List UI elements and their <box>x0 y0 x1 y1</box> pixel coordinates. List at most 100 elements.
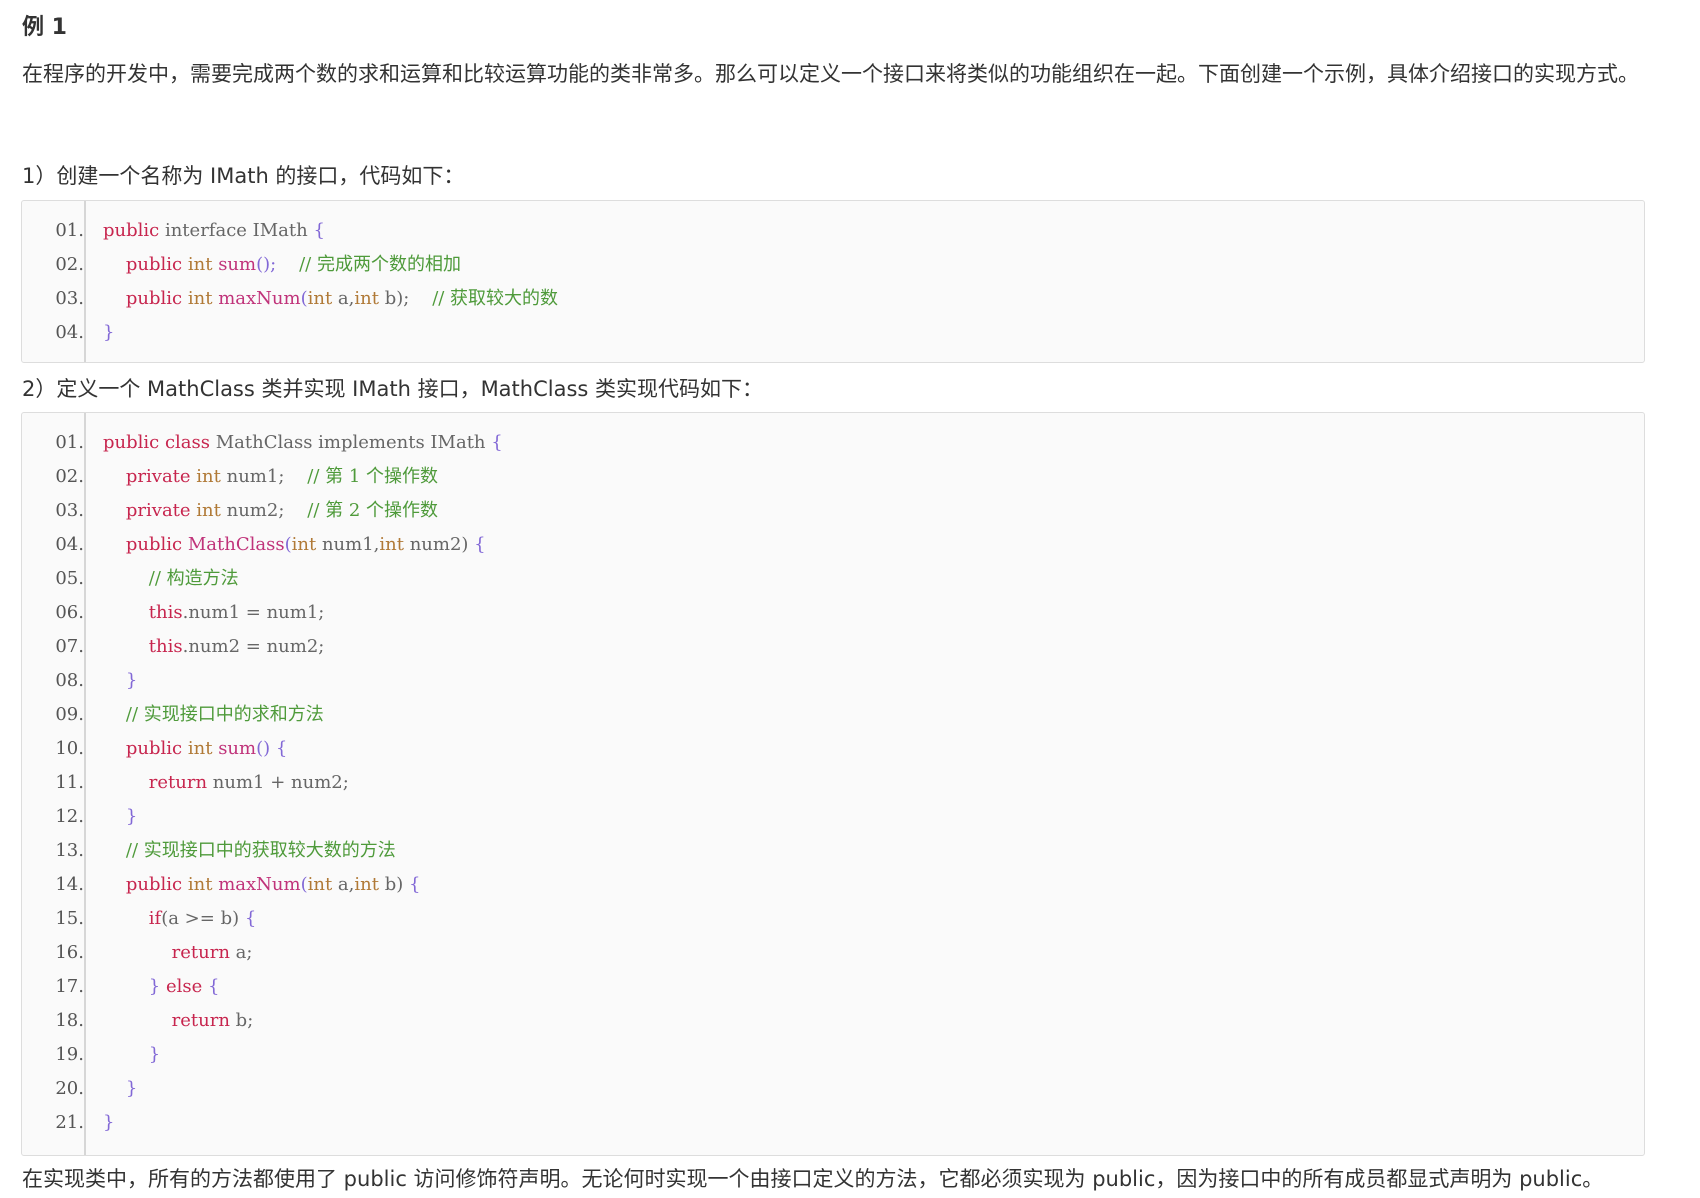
code-line: 06. this.num1 = num1; <box>22 596 1644 630</box>
code-token: } <box>125 806 138 827</box>
code-text: return num1 + num2; <box>103 766 349 800</box>
code-token: a, <box>332 288 355 309</box>
code-line: 20. } <box>22 1072 1644 1106</box>
code-text: return b; <box>103 1004 254 1038</box>
code-token: { <box>491 432 503 453</box>
code-text: public class MathClass implements IMath … <box>103 426 503 460</box>
code-text: } <box>103 1072 137 1106</box>
line-number: 04. <box>55 534 84 555</box>
line-number: 06. <box>55 602 84 623</box>
code-token: ( <box>300 874 308 895</box>
line-number: 21. <box>55 1112 84 1133</box>
code-token: num1, <box>316 534 380 555</box>
code-token: public <box>125 288 183 309</box>
code-text: return a; <box>103 936 253 970</box>
code-token: { <box>408 874 421 895</box>
code-token: num2; <box>220 500 308 521</box>
code-token: { <box>208 976 220 997</box>
step1-paragraph: 1）创建一个名称为 IMath 的接口，代码如下： <box>22 164 465 188</box>
code-line: 01. public interface IMath { <box>22 214 1644 248</box>
code-token: } <box>148 976 161 997</box>
line-number: 20. <box>55 1078 84 1099</box>
code-token: (a >= b) <box>161 908 245 929</box>
code-lines: 01. public class MathClass implements IMa… <box>22 426 1644 1140</box>
code-token: int <box>307 288 333 309</box>
code-token: MathClass implements IMath <box>210 432 492 453</box>
code-token: } <box>125 1078 138 1099</box>
code-token: // 实现接口中的获取较大数的方法 <box>125 840 396 861</box>
code-token: a; <box>229 942 253 963</box>
code-line: 03. public int maxNum(int a,int b); // 获… <box>22 282 1644 316</box>
code-text: } else { <box>103 970 220 1004</box>
code-token: // 第 2 个操作数 <box>307 500 439 521</box>
code-token: MathClass <box>187 534 285 555</box>
line-number: 15. <box>55 908 84 929</box>
code-token: () { <box>256 738 288 759</box>
code-line: 17. } else { <box>22 970 1644 1004</box>
code-token: this <box>148 636 183 657</box>
code-text: public MathClass(int num1,int num2) { <box>103 528 486 562</box>
code-text: } <box>103 664 137 698</box>
code-token: } <box>103 1112 115 1133</box>
code-token: a, <box>332 874 355 895</box>
code-text: if(a >= b) { <box>103 902 257 936</box>
code-token: ( <box>300 288 308 309</box>
code-token: num1; <box>220 466 308 487</box>
line-number: 03. <box>55 500 84 521</box>
code-text: public int maxNum(int a,int b) { <box>103 868 421 902</box>
code-token: } <box>125 670 138 691</box>
line-number: 01. <box>55 432 84 453</box>
code-token: .num1 = num1; <box>182 602 325 623</box>
line-number: 01. <box>55 220 84 241</box>
example-heading: 例 1 <box>22 15 67 40</box>
code-text: public int sum(); // 完成两个数的相加 <box>103 248 461 282</box>
code-token: int <box>354 874 379 895</box>
code-line: 15. if(a >= b) { <box>22 902 1644 936</box>
code-text: public interface IMath { <box>103 214 325 248</box>
code-line: 07. this.num2 = num2; <box>22 630 1644 664</box>
code-token: { <box>313 220 325 241</box>
code-token: public <box>125 874 183 895</box>
code-token: public class <box>103 432 210 453</box>
code-text: } <box>103 1106 114 1140</box>
code-line: 11. return num1 + num2; <box>22 766 1644 800</box>
code-token: num1 + num2; <box>207 772 349 793</box>
code-token: int <box>187 288 213 309</box>
code-text: private int num1; // 第 1 个操作数 <box>103 460 438 494</box>
line-number: 12. <box>55 806 84 827</box>
code-text: } <box>103 1038 160 1072</box>
code-line: 12. } <box>22 800 1644 834</box>
conclusion-paragraph: 在实现类中，所有的方法都使用了 public 访问修饰符声明。无论何时实现一个由… <box>22 1167 1604 1191</box>
code-token: int <box>187 738 213 759</box>
code-token: b); <box>378 288 410 309</box>
code-line: 03. private int num2; // 第 2 个操作数 <box>22 494 1644 528</box>
code-token: private <box>125 500 191 521</box>
code-token: interface IMath <box>159 220 314 241</box>
code-token: private <box>125 466 191 487</box>
line-number: 08. <box>55 670 84 691</box>
code-token: public <box>125 254 183 275</box>
code-token: else <box>165 976 203 997</box>
code-token: if <box>148 908 162 929</box>
code-text: public int sum() { <box>103 732 287 766</box>
code-token: public <box>125 534 183 555</box>
code-line: 19. } <box>22 1038 1644 1072</box>
code-token: public <box>103 220 160 241</box>
code-token: this <box>148 602 183 623</box>
code-token: b) <box>378 874 409 895</box>
code-token: int <box>196 500 221 521</box>
code-line: 21.} <box>22 1106 1644 1140</box>
code-token: sum <box>218 738 257 759</box>
code-line: 09. // 实现接口中的求和方法 <box>22 698 1644 732</box>
code-text: // 实现接口中的获取较大数的方法 <box>103 834 396 868</box>
code-token: maxNum <box>218 288 301 309</box>
line-number: 19. <box>55 1044 84 1065</box>
line-number: 05. <box>55 568 84 589</box>
code-token: } <box>103 322 115 343</box>
code-token: int <box>187 874 213 895</box>
code-text: } <box>103 800 137 834</box>
code-token: { <box>244 908 257 929</box>
line-number: 02. <box>55 254 84 275</box>
code-text: this.num2 = num2; <box>103 630 325 664</box>
